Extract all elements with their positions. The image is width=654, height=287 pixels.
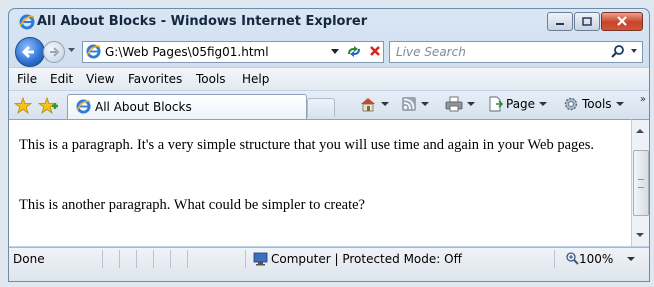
stop-icon[interactable] [368, 44, 382, 59]
title-bar: All About Blocks - Windows Internet Expl… [9, 9, 649, 35]
tools-menu-label: Tools [582, 97, 612, 111]
favorites-star-icon[interactable] [14, 97, 32, 114]
menu-view[interactable]: View [86, 72, 114, 86]
feeds-button[interactable] [401, 96, 429, 112]
menu-file[interactable]: File [17, 72, 37, 86]
refresh-icon[interactable] [345, 44, 363, 59]
home-dropdown-icon [381, 102, 389, 106]
maximize-button[interactable] [574, 12, 600, 31]
forward-arrow-icon [50, 47, 60, 57]
recent-pages-dropdown-icon[interactable] [67, 45, 76, 54]
feeds-dropdown-icon [421, 102, 429, 106]
gear-icon [564, 97, 578, 111]
menu-tools[interactable]: Tools [196, 72, 226, 86]
page-ie-icon [86, 44, 101, 59]
back-arrow-icon [21, 45, 34, 59]
close-icon [617, 16, 627, 26]
page-menu-button[interactable]: Page [487, 96, 548, 112]
minimize-button[interactable] [547, 12, 573, 31]
home-icon [361, 98, 375, 112]
scrollbar-grip-icon [638, 179, 644, 188]
zoom-level[interactable]: 100% [579, 252, 613, 266]
search-icon[interactable] [610, 44, 638, 59]
security-zone-text[interactable]: Computer | Protected Mode: Off [271, 252, 462, 266]
zoom-dropdown-icon[interactable] [627, 256, 635, 262]
tools-dropdown-icon [615, 102, 624, 106]
status-divider [187, 250, 188, 268]
search-input[interactable]: Live Search [396, 45, 466, 59]
tab-all-about-blocks[interactable]: All About Blocks [67, 94, 307, 119]
menu-edit[interactable]: Edit [50, 72, 73, 86]
print-dropdown-icon [467, 102, 475, 106]
ie-logo-icon [19, 14, 35, 30]
page-menu-label: Page [506, 97, 536, 111]
maximize-icon [582, 17, 592, 26]
status-divider [119, 250, 120, 268]
status-divider [153, 250, 154, 268]
address-dropdown-icon[interactable] [330, 45, 340, 57]
home-button[interactable] [359, 96, 389, 112]
tab-label: All About Blocks [95, 100, 192, 114]
print-button[interactable] [445, 96, 475, 112]
page-content: This is a paragraph. It's a very simple … [9, 119, 632, 246]
close-button[interactable] [601, 12, 643, 31]
computer-zone-icon [253, 252, 268, 266]
status-text: Done [13, 252, 45, 266]
status-bar: Done Computer | Protected Mode: Off 100% [9, 247, 649, 281]
search-box[interactable]: Live Search [389, 41, 643, 63]
menu-bar: File Edit View Favorites Tools Help [9, 67, 649, 90]
navigation-bar: G:\Web Pages\05fig01.html Live Search [9, 36, 649, 67]
vertical-scrollbar[interactable] [631, 119, 649, 246]
zoom-icon[interactable] [565, 251, 579, 265]
scroll-down-icon[interactable] [636, 232, 644, 238]
toolbar-overflow-icon[interactable]: » [640, 94, 646, 105]
forward-button[interactable] [43, 41, 65, 63]
tools-menu-button[interactable]: Tools [563, 96, 624, 112]
browser-window: All About Blocks - Windows Internet Expl… [8, 8, 650, 282]
caption-buttons [546, 12, 643, 31]
add-favorites-icon[interactable] [38, 97, 58, 114]
status-divider [102, 250, 103, 268]
tab-ie-icon [76, 99, 91, 114]
status-divider [245, 250, 246, 268]
minimize-icon [556, 23, 564, 25]
status-divider [170, 250, 171, 268]
new-tab-button[interactable] [307, 98, 335, 117]
page-dropdown-icon [539, 102, 548, 106]
scrollbar-thumb[interactable] [633, 150, 649, 216]
tab-bar: All About Blocks Page Tools » [9, 90, 649, 119]
paragraph-1: This is a paragraph. It's a very simple … [19, 137, 594, 153]
address-bar[interactable]: G:\Web Pages\05fig01.html [82, 41, 384, 63]
page-icon [489, 96, 503, 112]
window-title: All About Blocks - Windows Internet Expl… [37, 14, 368, 29]
paragraph-2: This is another paragraph. What could be… [19, 197, 365, 213]
status-divider [136, 250, 137, 268]
print-icon [445, 96, 463, 112]
address-input[interactable]: G:\Web Pages\05fig01.html [105, 45, 269, 59]
status-divider [554, 250, 555, 268]
back-button[interactable] [15, 37, 45, 67]
menu-favorites[interactable]: Favorites [128, 72, 182, 86]
menu-help[interactable]: Help [242, 72, 269, 86]
feeds-icon [402, 97, 416, 111]
scroll-up-icon[interactable] [636, 128, 644, 134]
